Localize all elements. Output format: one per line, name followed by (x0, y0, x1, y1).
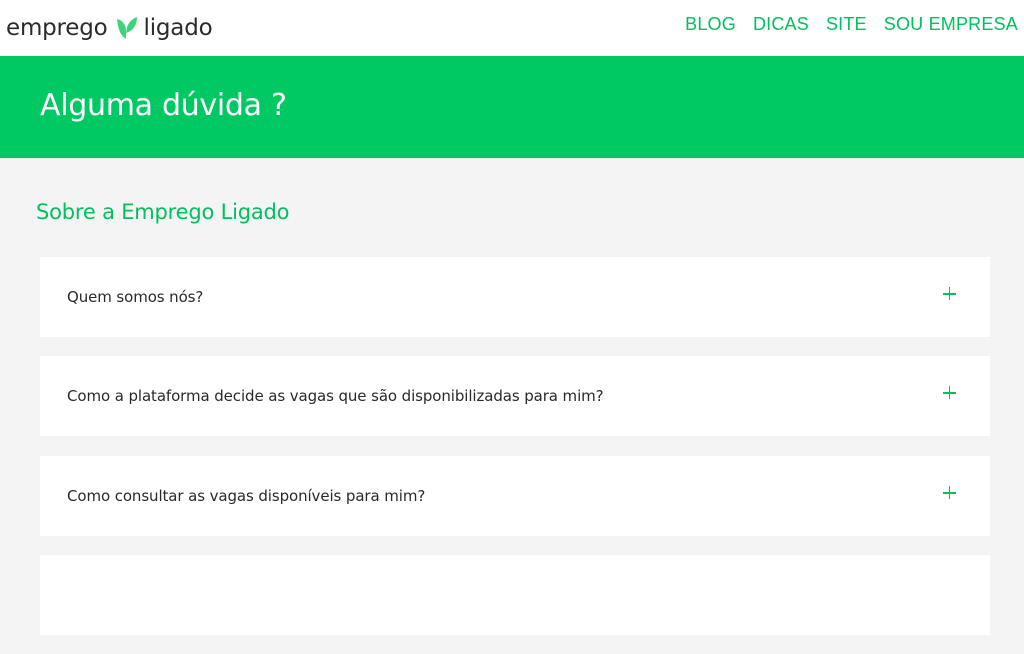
faq-item-consultar-vagas[interactable]: Como consultar as vagas disponíveis para… (40, 456, 990, 536)
section-title: Sobre a Emprego Ligado (36, 200, 290, 224)
nav-link-dicas[interactable]: DICAS (753, 14, 809, 35)
faq-list: Quem somos nós? Como a plataforma decide… (40, 257, 990, 654)
plus-icon[interactable] (943, 287, 956, 300)
main-nav: BLOG DICAS SITE SOU EMPRESA (685, 14, 1018, 35)
faq-item-quem-somos[interactable]: Quem somos nós? (40, 257, 990, 337)
logo-leaf-icon (116, 17, 137, 39)
faq-question: Como consultar as vagas disponíveis para… (67, 487, 426, 505)
hero-banner: Alguma dúvida ? (0, 56, 1024, 158)
nav-link-sou-empresa[interactable]: SOU EMPRESA (884, 14, 1018, 35)
faq-question: Como a plataforma decide as vagas que sã… (67, 387, 604, 405)
faq-item-partial[interactable] (40, 555, 990, 635)
plus-icon[interactable] (943, 486, 956, 499)
faq-item-como-decide-vagas[interactable]: Como a plataforma decide as vagas que sã… (40, 356, 990, 436)
faq-question: Quem somos nós? (67, 288, 204, 306)
top-navigation-bar: emprego ligado BLOG DICAS SITE SOU EMPRE… (0, 0, 1024, 56)
emprego-ligado-logo[interactable]: emprego ligado (6, 12, 213, 44)
logo-text-ligado: ligado (143, 15, 213, 41)
nav-link-blog[interactable]: BLOG (685, 14, 736, 35)
page-title: Alguma dúvida ? (40, 88, 287, 123)
nav-link-site[interactable]: SITE (826, 14, 867, 35)
plus-icon[interactable] (943, 386, 956, 399)
logo-text-emprego: emprego (6, 15, 108, 41)
